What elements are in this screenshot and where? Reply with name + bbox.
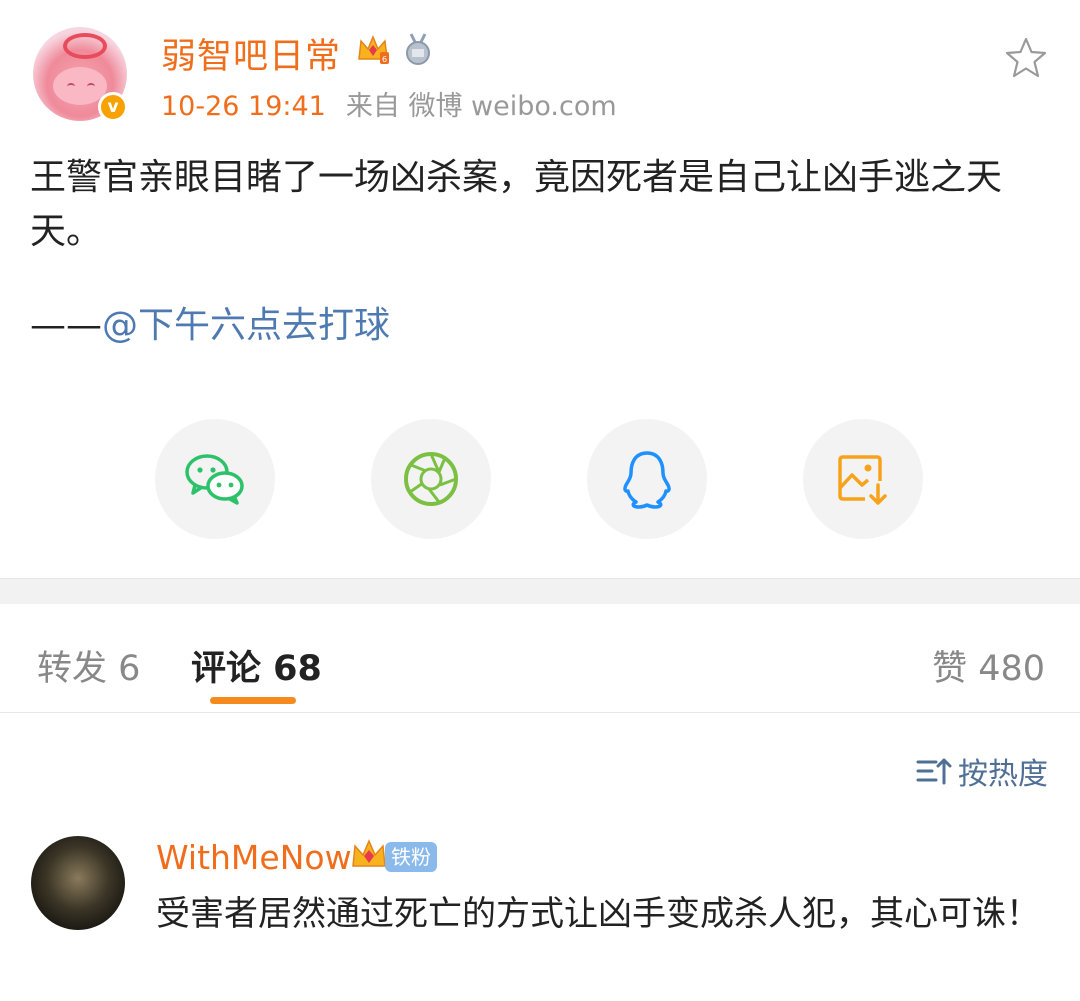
avatar-eye xyxy=(87,83,95,90)
favorite-star-icon[interactable] xyxy=(1004,36,1048,80)
sort-by-hot-button[interactable]: 按热度 xyxy=(916,749,1048,793)
verified-badge-icon: v xyxy=(98,92,128,122)
crown-badge-icon: 6 xyxy=(358,35,389,64)
tab-bar: 转发 6 评论 68 赞 480 xyxy=(0,604,1080,713)
crown-badge-icon xyxy=(352,839,386,867)
tab-comments[interactable]: 评论 68 xyxy=(191,640,322,691)
medal-badge-icon xyxy=(406,33,430,65)
avatar-eye xyxy=(67,83,75,90)
sort-label: 按热度 xyxy=(958,757,1048,792)
moments-icon xyxy=(404,452,458,506)
qq-icon xyxy=(623,451,671,509)
weibo-post: v 弱智吧日常 6 10-26 19:41 来自 微博 weibo.com 王警官… xyxy=(0,0,1080,578)
mention-link[interactable]: @下午六点去打球 xyxy=(102,305,390,346)
section-divider xyxy=(0,578,1080,605)
post-time: 10-26 19:41 xyxy=(161,91,326,122)
post-credit: ——@下午六点去打球 xyxy=(30,301,390,351)
active-tab-indicator xyxy=(210,697,296,704)
avatar-halo xyxy=(63,33,107,59)
svg-text:6: 6 xyxy=(382,55,387,64)
share-moments-button[interactable] xyxy=(371,419,491,539)
wechat-icon xyxy=(185,454,244,505)
save-image-button[interactable] xyxy=(803,419,923,539)
post-content: 王警官亲眼目睹了一场凶杀案，竟因死者是自己让凶手逃之天天。 xyxy=(30,157,1003,252)
sort-icon xyxy=(916,758,952,785)
save-image-icon xyxy=(838,455,887,505)
tab-repost[interactable]: 转发 6 xyxy=(37,640,140,691)
post-meta: 10-26 19:41 来自 微博 weibo.com xyxy=(161,84,617,123)
commenter-avatar[interactable] xyxy=(31,836,125,930)
tab-likes[interactable]: 赞 480 xyxy=(932,640,1045,691)
comment-text: 受害者居然通过死亡的方式让凶手变成杀人犯，其心可诛！ xyxy=(156,894,1040,934)
credit-prefix: —— xyxy=(30,305,102,346)
commenter-name[interactable]: WithMeNow xyxy=(156,838,352,877)
fan-badge: 铁粉 xyxy=(385,842,437,872)
share-wechat-button[interactable] xyxy=(155,419,275,539)
share-qq-button[interactable] xyxy=(587,419,707,539)
post-source: 来自 微博 weibo.com xyxy=(345,91,617,122)
author-name[interactable]: 弱智吧日常 xyxy=(161,28,341,79)
